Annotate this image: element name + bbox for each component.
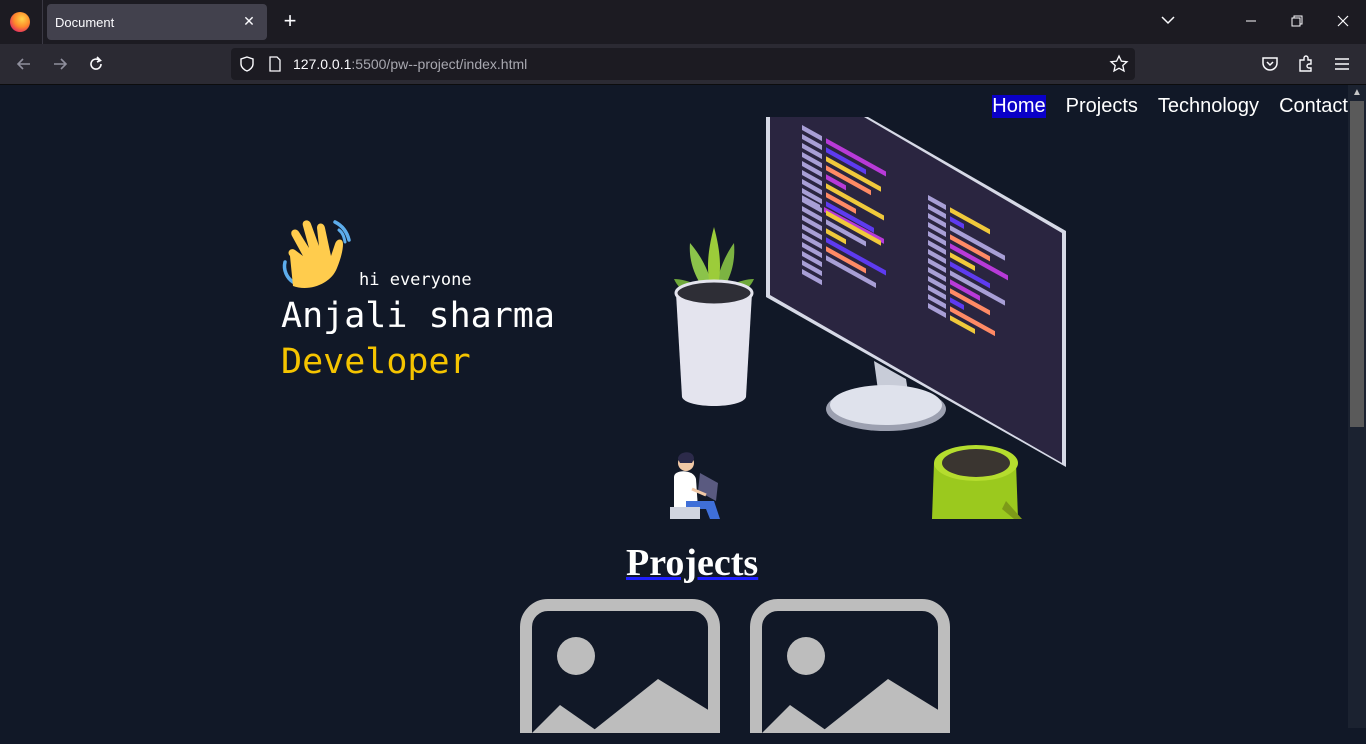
waving-hand-icon xyxy=(282,220,351,288)
minimize-icon xyxy=(1246,20,1256,22)
restore-button[interactable] xyxy=(1287,12,1307,32)
star-icon[interactable] xyxy=(1109,54,1129,74)
plant-pot xyxy=(676,293,752,406)
greeting-text: hi everyone xyxy=(359,270,472,290)
reload-button[interactable] xyxy=(86,54,106,74)
menu-button[interactable] xyxy=(1332,54,1352,74)
address-bar[interactable]: 127.0.0.1:5500/pw--project/index.html xyxy=(231,48,1135,80)
forward-button[interactable] xyxy=(50,54,70,74)
forward-icon xyxy=(54,58,68,70)
coffee-mug xyxy=(932,445,1022,519)
page-content: Home Projects Technology Contact hi ever… xyxy=(0,85,1348,733)
menu-icon xyxy=(1335,58,1349,70)
page-icon[interactable] xyxy=(268,56,282,72)
developer-illustration xyxy=(670,117,1066,519)
shield-icon[interactable] xyxy=(238,55,256,73)
nav-link-home[interactable]: Home xyxy=(992,95,1046,118)
restore-icon xyxy=(1291,15,1303,27)
nav-link-projects[interactable]: Projects xyxy=(1066,95,1138,118)
tab-close-button[interactable]: ✕ xyxy=(239,11,259,31)
new-tab-button[interactable]: + xyxy=(280,10,300,33)
list-tabs-button[interactable] xyxy=(1158,12,1178,32)
image-placeholder-icon xyxy=(520,599,720,733)
tab-separator xyxy=(42,0,43,44)
site-navigation: Home Projects Technology Contact xyxy=(992,95,1348,118)
tab-title: Document xyxy=(55,15,115,30)
browser-nav-bar: 127.0.0.1:5500/pw--project/index.html xyxy=(0,44,1366,85)
monitor-base xyxy=(830,385,942,425)
pocket-icon xyxy=(1262,57,1278,71)
scrollbar-thumb[interactable] xyxy=(1350,101,1364,427)
projects-heading: Projects xyxy=(626,542,759,584)
person-illustration xyxy=(670,452,720,519)
browser-tab[interactable]: Document ✕ xyxy=(47,4,267,40)
reload-icon xyxy=(90,56,102,70)
scroll-up-arrow-icon[interactable]: ▲ xyxy=(1352,87,1362,98)
firefox-icon[interactable] xyxy=(10,12,30,32)
extensions-icon xyxy=(1299,55,1312,72)
developer-role: Developer xyxy=(281,342,471,382)
project-card-1[interactable] xyxy=(520,599,720,739)
url-host: 127.0.0.1 xyxy=(293,56,352,72)
back-button[interactable] xyxy=(14,54,34,74)
chevron-down-icon xyxy=(1161,16,1175,25)
browser-tab-bar: Document ✕ + xyxy=(0,0,1366,44)
nav-link-contact[interactable]: Contact xyxy=(1279,95,1348,118)
image-placeholder-icon xyxy=(750,599,950,733)
close-icon xyxy=(1337,15,1349,27)
close-window-button[interactable] xyxy=(1333,12,1353,32)
minimize-button[interactable] xyxy=(1241,12,1261,32)
extensions-button[interactable] xyxy=(1296,54,1316,74)
url-path: :5500/pw--project/index.html xyxy=(351,56,528,72)
back-icon xyxy=(16,58,30,70)
developer-name: Anjali sharma xyxy=(281,296,555,336)
url-text: 127.0.0.1:5500/pw--project/index.html xyxy=(293,56,527,72)
nav-link-technology[interactable]: Technology xyxy=(1158,95,1259,118)
pocket-button[interactable] xyxy=(1260,54,1280,74)
project-card-2[interactable] xyxy=(750,599,950,739)
page-scrollbar[interactable]: ▲ xyxy=(1348,85,1366,728)
